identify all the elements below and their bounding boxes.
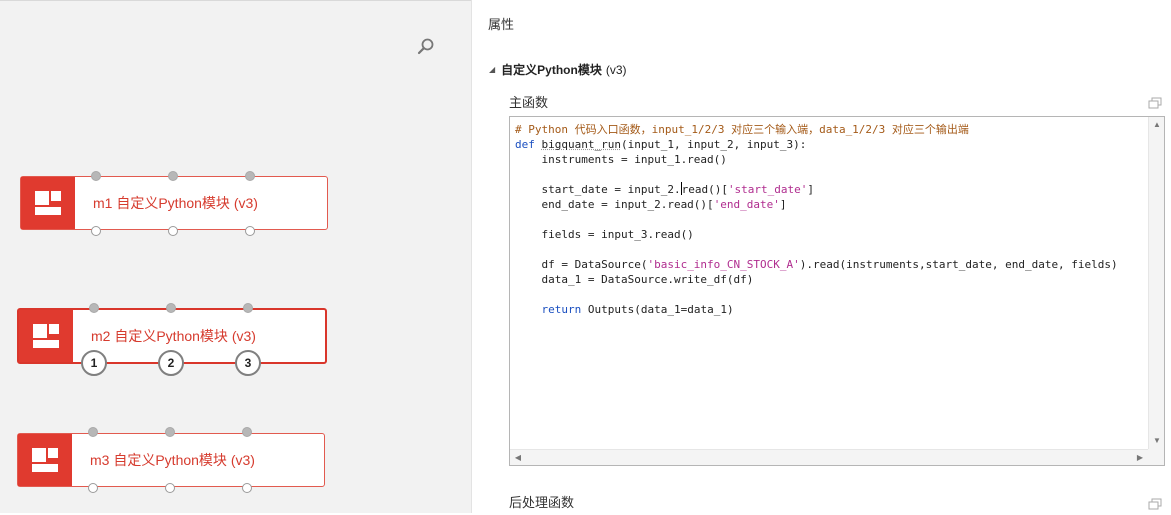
module-m1-output-port-3[interactable]	[245, 226, 255, 236]
code-text: df = DataSource(	[515, 258, 648, 271]
module-m1-output-port-2[interactable]	[168, 226, 178, 236]
code-text: data_1 = DataSource.write_df(df)	[515, 273, 754, 286]
module-icon	[18, 434, 72, 486]
module-m2-input-port-3[interactable]	[243, 303, 253, 313]
code-text: instruments = input_1.read()	[515, 153, 727, 166]
section-header[interactable]: ◢ 自定义Python模块 (v3)	[489, 61, 627, 78]
panel-divider[interactable]	[471, 0, 472, 513]
code-text: start_date = input_2.	[515, 183, 681, 196]
horizontal-scrollbar[interactable]: ◀ ▶	[510, 449, 1148, 465]
scroll-down-icon[interactable]: ▼	[1149, 433, 1165, 449]
module-m1-input-port-2[interactable]	[168, 171, 178, 181]
module-m3-input-port-1[interactable]	[88, 427, 98, 437]
module-m3[interactable]: m3 自定义Python模块 (v3)	[17, 433, 325, 487]
scroll-up-icon[interactable]: ▲	[1149, 117, 1165, 133]
module-icon	[21, 177, 75, 229]
module-m2-input-port-1[interactable]	[89, 303, 99, 313]
main-function-label: 主函数	[509, 95, 549, 110]
expand-icon[interactable]	[1148, 96, 1162, 109]
module-title: m1 自定义Python模块 (v3)	[93, 195, 258, 211]
code-string: 'basic_info_CN_STOCK_A'	[647, 258, 800, 271]
scroll-right-icon[interactable]: ▶	[1132, 450, 1148, 466]
module-m3-output-port-3[interactable]	[242, 483, 252, 493]
section-name: 自定义Python模块	[501, 63, 602, 77]
code-text: ]	[807, 183, 815, 196]
code-keyword: return	[541, 303, 582, 316]
module-m3-input-port-2[interactable]	[165, 427, 175, 437]
section-version: (v3)	[605, 62, 627, 77]
module-m2-input-port-2[interactable]	[166, 303, 176, 313]
post-function-label: 后处理函数	[509, 495, 575, 510]
collapse-triangle-icon[interactable]: ◢	[489, 65, 495, 74]
module-m1-input-port-1[interactable]	[91, 171, 101, 181]
module-m1-output-port-1[interactable]	[91, 226, 101, 236]
module-m3-output-port-1[interactable]	[88, 483, 98, 493]
code-text: ).read(instruments,start_date, end_date,…	[799, 258, 1118, 271]
code-text: end_date = input_2.read()[	[515, 198, 714, 211]
module-m2-output-port-2[interactable]: 2	[158, 350, 184, 376]
module-m1-input-port-3[interactable]	[245, 171, 255, 181]
code-text: ]	[779, 198, 787, 211]
code-string: 'end_date'	[713, 198, 780, 211]
module-m3-output-port-2[interactable]	[165, 483, 175, 493]
vertical-scrollbar[interactable]: ▲ ▼	[1148, 117, 1164, 449]
scroll-left-icon[interactable]: ◀	[510, 450, 526, 466]
code-text: (input_1, input_2, input_3):	[620, 138, 807, 151]
module-title: m3 自定义Python模块 (v3)	[90, 452, 255, 468]
code-text: fields = input_3.read()	[515, 228, 694, 241]
expand-icon[interactable]	[1148, 497, 1162, 510]
workflow-canvas[interactable]: m1 自定义Python模块 (v3) m2 自定义Python模块 (v3) …	[0, 0, 471, 513]
search-icon[interactable]	[416, 37, 436, 57]
module-m2-output-port-3[interactable]: 3	[235, 350, 261, 376]
module-icon	[19, 310, 73, 362]
code-editor[interactable]: # Python 代码入口函数，input_1/2/3 对应三个输入端，data…	[509, 116, 1165, 466]
scroll-corner	[1148, 449, 1164, 465]
code-string: 'start_date'	[727, 183, 808, 196]
code-text: read()[	[681, 183, 728, 196]
code-area[interactable]: # Python 代码入口函数，input_1/2/3 对应三个输入端，data…	[510, 117, 1148, 449]
module-m1[interactable]: m1 自定义Python模块 (v3)	[20, 176, 328, 230]
code-keyword: def	[515, 138, 535, 151]
panel-title: 属性	[488, 17, 515, 32]
module-m3-input-port-3[interactable]	[242, 427, 252, 437]
code-text: Outputs(data_1=data_1)	[581, 303, 734, 316]
code-function-name: bigquant_run	[541, 138, 621, 151]
code-comment: # Python 代码入口函数，input_1/2/3 对应三个输入端，data…	[515, 123, 969, 136]
module-m2-output-port-1[interactable]: 1	[81, 350, 107, 376]
